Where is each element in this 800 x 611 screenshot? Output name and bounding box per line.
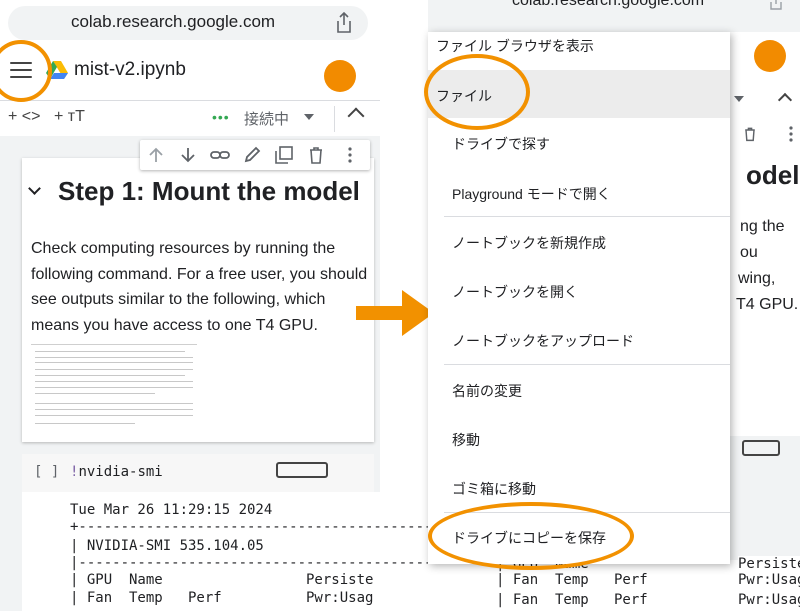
address-bar[interactable]: colab.research.google.com (8, 6, 368, 40)
section-heading-fragment: odel (746, 160, 800, 190)
code-editor[interactable]: !nvidia-smi (70, 464, 163, 480)
notebook-title[interactable]: mist-v2.ipynb (74, 59, 186, 81)
output-line: | Fan Temp Perf Pwr:Usag (70, 590, 374, 606)
more-vert-icon[interactable] (340, 146, 360, 164)
menu-item-open-playground[interactable]: Playground モードで開く (452, 184, 611, 204)
connection-status[interactable]: 接続中 (244, 108, 289, 129)
menu-item-move-to-trash[interactable]: ゴミ箱に移動 (452, 479, 536, 499)
run-cell-button[interactable]: [ ] (34, 464, 59, 480)
trash-icon[interactable] (742, 126, 758, 142)
code-command: nvidia-smi (78, 464, 163, 480)
section-heading: Step 1: Mount the model (58, 176, 360, 206)
paragraph-fragment: T4 GPU. (736, 296, 799, 313)
output-line: | Fan Temp Perf (496, 572, 648, 588)
pencil-icon[interactable] (242, 146, 262, 164)
menu-item-locate-in-drive[interactable]: ドライブで探す (452, 134, 550, 154)
highlight-circle-save-copy (428, 502, 634, 570)
user-avatar[interactable] (324, 60, 356, 92)
menu-item-upload-notebook[interactable]: ノートブックをアップロード (452, 331, 634, 351)
url-text: colab.research.google.com (512, 0, 705, 9)
arrow-up-icon[interactable] (146, 146, 166, 164)
menu-item-open-notebook[interactable]: ノートブックを開く (452, 282, 578, 302)
output-line: Pwr:Usag (738, 572, 800, 588)
output-line: Persiste (738, 556, 800, 572)
cell-paragraph: Check computing resources by running the… (31, 240, 368, 334)
menu-divider (444, 216, 730, 217)
cell-output: Tue Mar 26 11:29:15 2024 +--------------… (22, 492, 441, 611)
arrow-down-icon[interactable] (178, 146, 198, 164)
output-line: Pwr:Usag (738, 592, 800, 608)
highlight-circle-file (424, 54, 530, 130)
output-line: Tue Mar 26 11:29:15 2024 (70, 502, 273, 518)
chevron-down-icon[interactable] (734, 96, 744, 102)
user-avatar[interactable] (754, 40, 786, 72)
arrow-right-icon (356, 290, 434, 336)
share-icon[interactable] (334, 11, 354, 35)
mirror-cell-icon[interactable] (274, 146, 294, 164)
link-icon[interactable] (210, 146, 230, 164)
menu-item-move[interactable]: 移動 (452, 430, 480, 450)
output-line: |---------------------------------------… (70, 555, 441, 571)
output-line: | GPU Name Persiste (70, 572, 374, 588)
cell-toolbar (140, 140, 370, 170)
url-text: colab.research.google.com (70, 12, 276, 31)
output-line: +---------------------------------------… (70, 519, 441, 535)
menu-item-rename[interactable]: 名前の変更 (452, 381, 522, 401)
keyboard-icon[interactable] (742, 440, 780, 456)
output-line: | Fan Temp Perf (496, 592, 648, 608)
menu-divider (444, 364, 730, 365)
keyboard-icon[interactable] (276, 462, 328, 478)
menu-item-show-file-browser[interactable]: ファイル ブラウザを表示 (436, 36, 594, 56)
paragraph-fragment: ou (740, 244, 758, 261)
toolbar-divider (334, 106, 335, 132)
menu-item-new-notebook[interactable]: ノートブックを新規作成 (452, 233, 606, 253)
status-dots-icon: ••• (212, 109, 230, 125)
paragraph-fragment: ng the (740, 218, 785, 235)
add-text-button[interactable]: + ᴛT (54, 108, 85, 126)
header-divider (0, 100, 380, 101)
add-code-button[interactable]: + <> (8, 108, 40, 126)
share-icon[interactable] (768, 0, 784, 10)
output-line: | NVIDIA-SMI 535.104.05 (70, 538, 264, 554)
trash-icon[interactable] (306, 146, 326, 164)
paragraph-fragment: wing, (738, 270, 776, 287)
more-vert-icon[interactable] (786, 126, 796, 142)
terminal-screenshot-image (31, 344, 197, 430)
chevron-down-icon[interactable] (304, 114, 314, 120)
